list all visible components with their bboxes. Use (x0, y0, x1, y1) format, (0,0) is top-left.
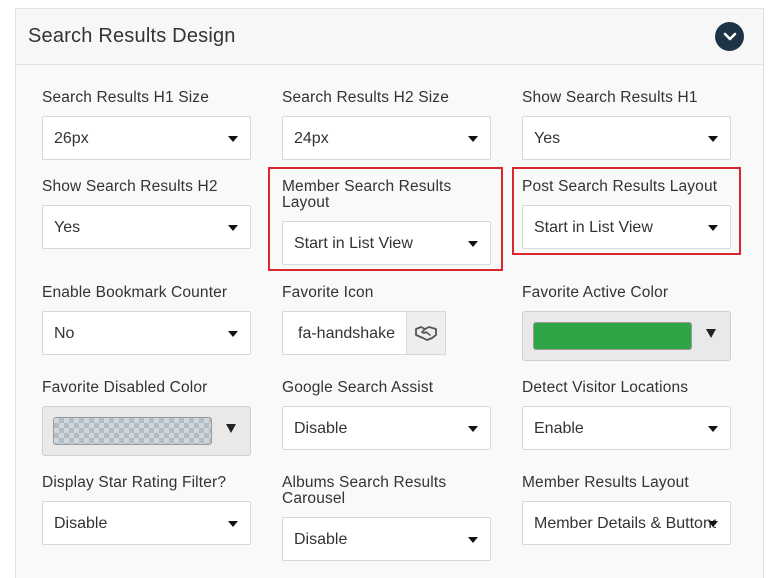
favorite-icon-input[interactable]: fa-handshake (282, 311, 446, 355)
h1-size-value: 26px (54, 130, 89, 147)
show-h1-label: Show Search Results H1 (522, 89, 698, 106)
albums-carousel-label-line1: Albums Search Results (282, 474, 447, 491)
member-results-layout-select[interactable]: Member Details & Buttons (522, 501, 731, 545)
favorite-active-color-picker[interactable] (522, 311, 731, 361)
bookmark-counter-select[interactable]: No (42, 311, 251, 355)
collapse-button[interactable] (715, 22, 744, 51)
panel-header[interactable]: Search Results Design (16, 9, 763, 65)
caret-down-icon (228, 331, 238, 337)
visitor-locations-label: Detect Visitor Locations (522, 379, 689, 396)
star-rating-value: Disable (54, 515, 108, 532)
favorite-icon-value: fa-handshake (298, 325, 395, 342)
show-h1-value: Yes (534, 130, 561, 147)
icon-picker-addon[interactable] (406, 311, 446, 355)
caret-down-icon (226, 424, 236, 433)
caret-down-icon (468, 241, 478, 247)
caret-down-icon (468, 426, 478, 432)
h1-size-select[interactable]: 26px (42, 116, 251, 160)
h2-size-select[interactable]: 24px (282, 116, 491, 160)
search-assist-select[interactable]: Disable (282, 406, 491, 450)
favorite-active-color-label: Favorite Active Color (522, 284, 669, 301)
show-h1-select[interactable]: Yes (522, 116, 731, 160)
show-h2-select[interactable]: Yes (42, 205, 251, 249)
show-h2-value: Yes (54, 219, 81, 236)
caret-down-icon (228, 136, 238, 142)
caret-down-icon (468, 537, 478, 543)
caret-down-icon (708, 136, 718, 142)
caret-down-icon (228, 521, 238, 527)
post-layout-value: Start in List View (534, 219, 653, 236)
caret-down-icon (228, 225, 238, 231)
star-rating-select[interactable]: Disable (42, 501, 251, 545)
h2-size-value: 24px (294, 130, 329, 147)
member-results-layout-value: Member Details & Buttons (534, 515, 716, 532)
albums-carousel-select[interactable]: Disable (282, 517, 491, 561)
favorite-icon-label: Favorite Icon (282, 284, 374, 301)
member-results-layout-label: Member Results Layout (522, 474, 689, 491)
show-h2-label: Show Search Results H2 (42, 178, 218, 195)
member-layout-value: Start in List View (294, 235, 413, 252)
caret-down-icon (706, 329, 716, 338)
albums-carousel-value: Disable (294, 531, 348, 548)
caret-down-icon (468, 136, 478, 142)
handshake-icon (415, 326, 437, 341)
bookmark-counter-value: No (54, 325, 75, 342)
bookmark-counter-label: Enable Bookmark Counter (42, 284, 228, 301)
favorite-disabled-color-label: Favorite Disabled Color (42, 379, 208, 396)
post-layout-select[interactable]: Start in List View (522, 205, 731, 249)
member-layout-label-line1: Member Search Results (282, 178, 452, 195)
visitor-locations-value: Enable (534, 420, 584, 437)
albums-carousel-label-line2: Carousel (282, 490, 346, 507)
search-assist-label: Google Search Assist (282, 379, 434, 396)
h1-size-label: Search Results H1 Size (42, 89, 209, 106)
transparent-color-swatch (53, 417, 212, 445)
h2-size-label: Search Results H2 Size (282, 89, 449, 106)
caret-down-icon (708, 426, 718, 432)
favorite-disabled-color-picker[interactable] (42, 406, 251, 456)
caret-down-icon (708, 521, 718, 527)
search-assist-value: Disable (294, 420, 348, 437)
caret-down-icon (708, 225, 718, 231)
active-color-swatch (533, 322, 692, 350)
member-layout-select[interactable]: Start in List View (282, 221, 491, 265)
panel-title: Search Results Design (28, 25, 236, 47)
visitor-locations-select[interactable]: Enable (522, 406, 731, 450)
chevron-down-icon (723, 32, 736, 40)
star-rating-label: Display Star Rating Filter? (42, 474, 227, 491)
member-layout-label-line2: Layout (282, 194, 330, 211)
post-layout-label: Post Search Results Layout (522, 178, 718, 195)
